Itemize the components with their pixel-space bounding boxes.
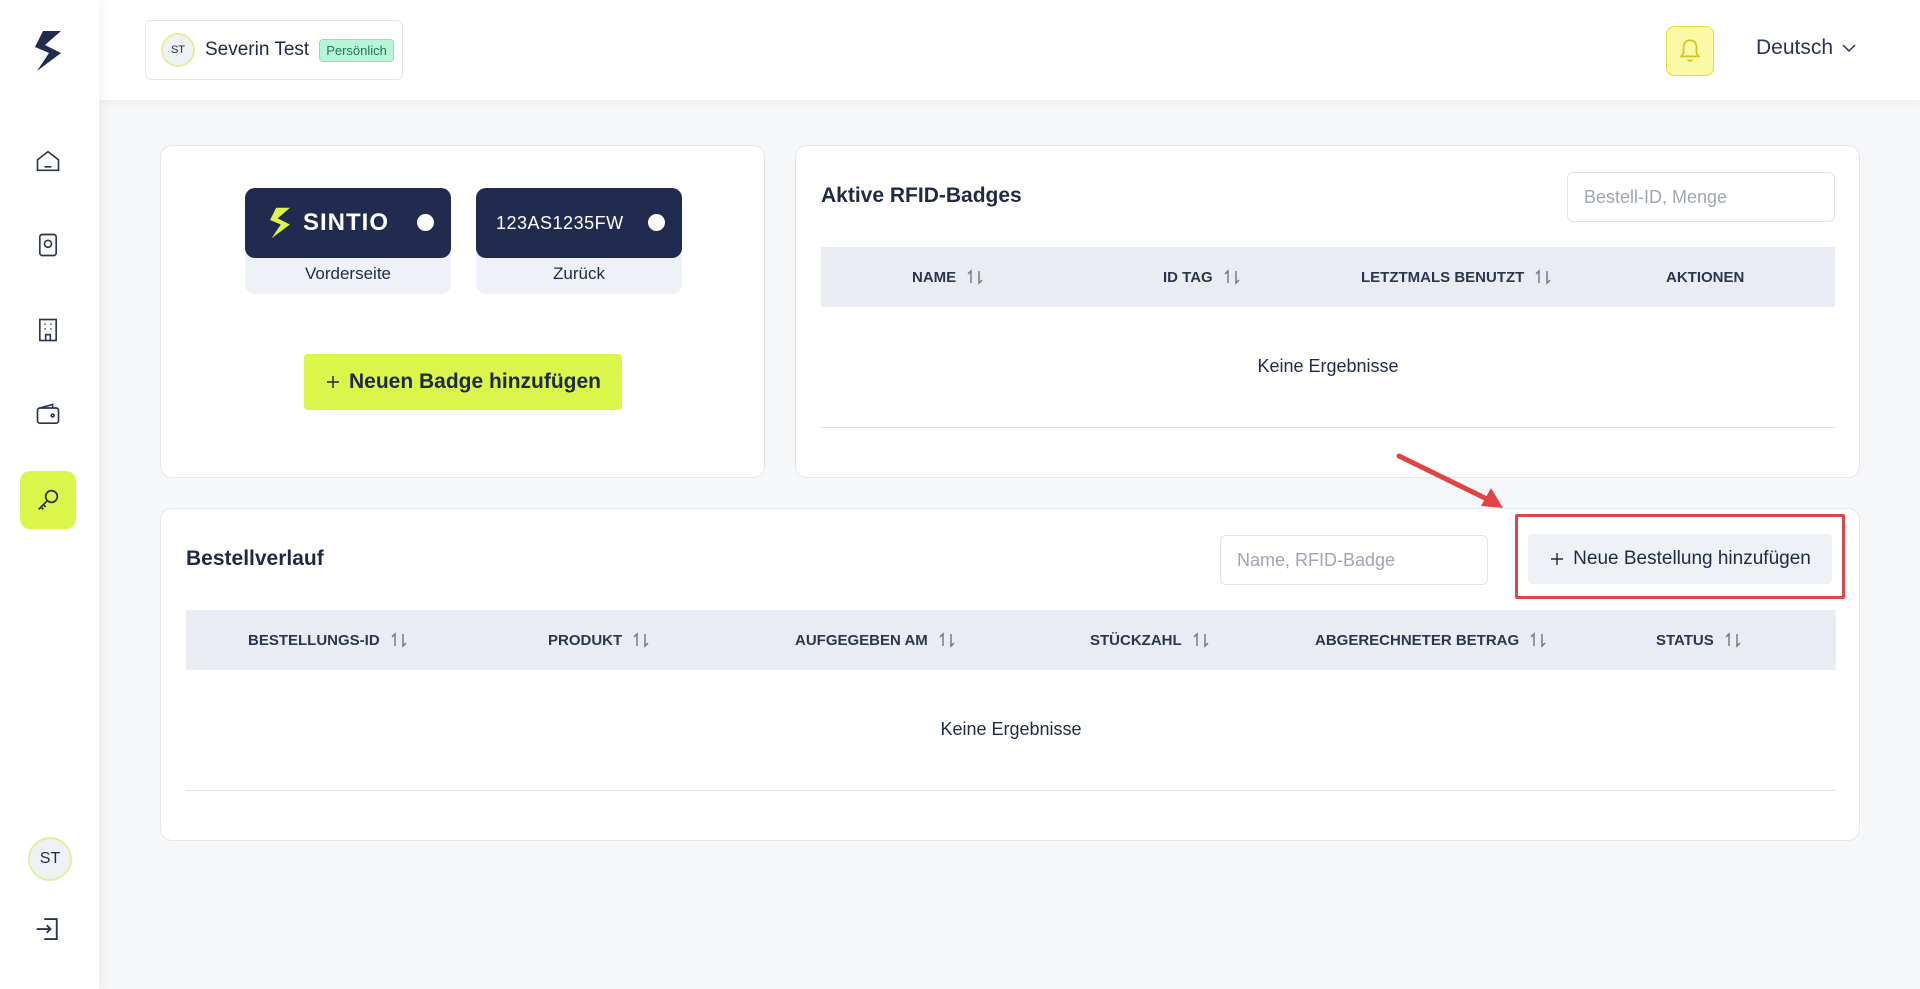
rfid-empty-message: Keine Ergebnisse [1257, 356, 1399, 376]
col-last-used-label: LETZTMALS BENUTZT [1361, 268, 1525, 286]
language-select[interactable]: Deutsch [1756, 36, 1857, 60]
badge-front-tile: SINTIO Vorderseite [245, 188, 451, 294]
sort-icon [1530, 632, 1546, 648]
account-avatar: ST [161, 33, 195, 67]
building-icon [39, 318, 57, 342]
badge-brand: SINTIO [303, 209, 390, 236]
account-type-badge: Persönlich [319, 38, 394, 62]
wallet-icon [36, 403, 60, 424]
active-rfid-card: Aktive RFID-Badges NAME ID TAG LETZTMALS… [795, 145, 1860, 478]
sort-icon [967, 269, 983, 285]
sort-icon [939, 632, 955, 648]
sidebar-item-key[interactable] [20, 471, 76, 529]
user-initials: ST [39, 850, 61, 867]
col-name-label: NAME [912, 268, 957, 286]
sort-icon [633, 632, 649, 648]
account-name: Severin Test [205, 39, 310, 60]
col-status-label: STATUS [1656, 631, 1714, 649]
add-badge-label: Neuen Badge hinzufügen [349, 370, 601, 393]
sort-icon [1535, 269, 1551, 285]
col-quantity[interactable]: STÜCKZAHL [1090, 610, 1210, 670]
key-icon [38, 489, 59, 510]
badge-preview-card: SINTIO Vorderseite 123AS1235FW Zurück Ne… [160, 145, 765, 478]
col-placed-on-label: AUFGEGEBEN AM [795, 631, 928, 649]
sintio-logo-icon[interactable] [31, 29, 65, 73]
rfid-card-title: Aktive RFID-Badges [821, 184, 1022, 207]
col-id-tag[interactable]: ID TAG [1163, 247, 1241, 307]
col-last-used[interactable]: LETZTMALS BENUTZT [1361, 247, 1552, 307]
col-actions-label: AKTIONEN [1666, 268, 1745, 286]
orders-search-input[interactable] [1220, 535, 1488, 585]
sidebar-item-wallet[interactable] [20, 386, 76, 444]
bell-icon [1679, 39, 1701, 62]
col-quantity-label: STÜCKZAHL [1090, 631, 1182, 649]
orders-table-header: BESTELLUNGS-ID PRODUKT AUFGEGEBEN AM STÜ… [186, 610, 1836, 670]
col-order-id[interactable]: BESTELLUNGS-ID [248, 610, 408, 670]
account-switcher[interactable]: ST Severin Test Persönlich [145, 20, 403, 80]
highlight-annotation-box [1515, 514, 1845, 599]
plus-icon [327, 376, 339, 388]
col-id-tag-label: ID TAG [1163, 268, 1213, 286]
col-billed-amount-label: ABGERECHNETER BETRAG [1315, 631, 1520, 649]
orders-card-title: Bestellverlauf [186, 547, 324, 570]
notifications-button[interactable] [1666, 26, 1714, 76]
sintio-logo-icon [270, 207, 290, 239]
sort-icon [391, 632, 407, 648]
user-avatar[interactable]: ST [28, 837, 72, 881]
col-actions: AKTIONEN [1666, 247, 1744, 307]
orders-empty-message: Keine Ergebnisse [940, 719, 1082, 739]
chevron-down-icon [1842, 44, 1856, 53]
badge-back-face: 123AS1235FW [476, 188, 682, 258]
language-label: Deutsch [1756, 36, 1834, 59]
col-product-label: PRODUKT [548, 631, 623, 649]
badge-back-caption: Zurück [553, 264, 605, 283]
orders-table-divider [186, 790, 1836, 791]
badge-front-caption: Vorderseite [305, 264, 391, 283]
account-initials: ST [170, 44, 186, 56]
badge-front-face: SINTIO [245, 188, 451, 258]
logout-icon[interactable] [33, 914, 63, 944]
col-status[interactable]: STATUS [1656, 610, 1742, 670]
badge-hole [648, 214, 665, 231]
badge-code: 123AS1235FW [496, 212, 624, 233]
rfid-search-input[interactable] [1567, 172, 1835, 222]
col-billed-amount[interactable]: ABGERECHNETER BETRAG [1315, 610, 1547, 670]
sidebar-item-home[interactable] [20, 132, 76, 190]
sort-icon [1193, 632, 1209, 648]
col-order-id-label: BESTELLUNGS-ID [248, 631, 380, 649]
add-badge-button[interactable]: Neuen Badge hinzufügen [304, 354, 622, 410]
rfid-table-divider [821, 427, 1835, 428]
sidebar-item-building[interactable] [20, 301, 76, 359]
arrow-annotation-icon [1396, 453, 1503, 508]
home-icon [36, 150, 60, 172]
badge-back-tile: 123AS1235FW Zurück [476, 188, 682, 294]
top-header: ST Severin Test Persönlich Deutsch [99, 0, 1920, 100]
col-product[interactable]: PRODUKT [548, 610, 650, 670]
col-name[interactable]: NAME [912, 247, 984, 307]
col-placed-on[interactable]: AUFGEGEBEN AM [795, 610, 956, 670]
sort-icon [1725, 632, 1741, 648]
sidebar: ST [0, 0, 99, 989]
sort-icon [1224, 269, 1240, 285]
sidebar-item-device[interactable] [20, 216, 76, 274]
device-icon [39, 233, 57, 257]
badge-hole [417, 214, 434, 231]
rfid-table-header: NAME ID TAG LETZTMALS BENUTZT AKTIONEN [821, 247, 1835, 307]
